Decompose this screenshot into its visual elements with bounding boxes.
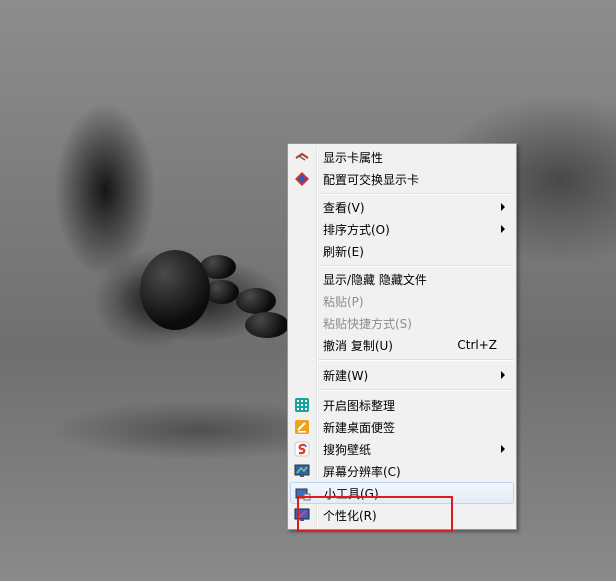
wallpaper-stone — [245, 312, 289, 338]
menu-item-label: 粘贴(P) — [323, 294, 364, 309]
wallpaper-stone — [205, 280, 239, 304]
menu-item-label: 配置可交换显示卡 — [323, 172, 420, 187]
switchable-graphics-icon — [294, 171, 310, 187]
menu-item-label: 查看(V) — [323, 200, 365, 215]
menu-item-view[interactable]: 查看(V) — [290, 196, 514, 218]
menu-separator — [318, 265, 514, 267]
submenu-arrow-icon — [501, 371, 505, 379]
menu-item-label: 排序方式(O) — [323, 222, 390, 237]
menu-item-label: 开启图标整理 — [323, 398, 396, 413]
menu-item-label: 新建(W) — [323, 368, 369, 383]
menu-item-screen-resolution[interactable]: 屏幕分辨率(C) — [290, 460, 514, 482]
menu-item-switchable-graphics[interactable]: 配置可交换显示卡 — [290, 168, 514, 190]
menu-item-new-sticky-note[interactable]: 新建桌面便签 — [290, 416, 514, 438]
desktop-context-menu: 显示卡属性 配置可交换显示卡 查看(V) 排序方式(O) 刷新(E) 显示/隐藏… — [287, 143, 517, 530]
menu-item-icon-organize[interactable]: 开启图标整理 — [290, 394, 514, 416]
menu-item-label: 刷新(E) — [323, 244, 364, 259]
menu-item-sort-by[interactable]: 排序方式(O) — [290, 218, 514, 240]
menu-item-paste[interactable]: 粘贴(P) — [290, 290, 514, 312]
annotation-highlight-box — [297, 496, 453, 532]
menu-item-shortcut: Ctrl+Z — [457, 338, 497, 352]
display-card-properties-icon — [294, 149, 310, 165]
menu-item-new[interactable]: 新建(W) — [290, 364, 514, 386]
submenu-arrow-icon — [501, 225, 505, 233]
icon-organize-icon — [294, 397, 310, 413]
menu-item-label: 显示/隐藏 隐藏文件 — [323, 272, 427, 287]
menu-item-label: 新建桌面便签 — [323, 420, 396, 435]
menu-separator — [318, 389, 514, 391]
menu-item-paste-shortcut[interactable]: 粘贴快捷方式(S) — [290, 312, 514, 334]
screen-resolution-icon — [294, 463, 310, 479]
menu-item-sogou-wallpaper[interactable]: 搜狗壁纸 — [290, 438, 514, 460]
menu-separator — [318, 359, 514, 361]
menu-item-toggle-hidden-files[interactable]: 显示/隐藏 隐藏文件 — [290, 268, 514, 290]
menu-item-refresh[interactable]: 刷新(E) — [290, 240, 514, 262]
submenu-arrow-icon — [501, 445, 505, 453]
menu-item-label: 粘贴快捷方式(S) — [323, 316, 412, 331]
menu-item-label: 搜狗壁纸 — [323, 442, 372, 457]
menu-separator — [318, 193, 514, 195]
menu-item-label: 撤消 复制(U) — [323, 338, 393, 353]
submenu-arrow-icon — [501, 203, 505, 211]
sogou-wallpaper-icon — [294, 441, 310, 457]
menu-item-label: 屏幕分辨率(C) — [323, 464, 401, 479]
menu-item-undo-copy[interactable]: 撤消 复制(U) Ctrl+Z — [290, 334, 514, 356]
menu-item-label: 显示卡属性 — [323, 150, 384, 165]
menu-item-display-card-properties[interactable]: 显示卡属性 — [290, 146, 514, 168]
wallpaper-stone — [140, 250, 210, 330]
sticky-note-icon — [294, 419, 310, 435]
wallpaper-stone — [236, 288, 276, 314]
